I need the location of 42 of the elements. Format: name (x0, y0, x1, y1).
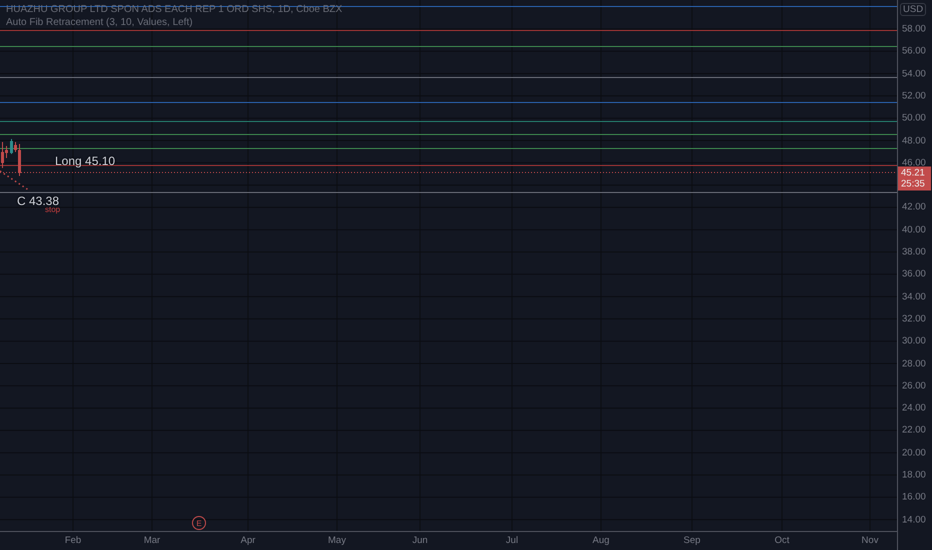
price-tick: 28.00 (902, 358, 926, 369)
price-tick: 54.00 (902, 68, 926, 80)
indicator-label: Auto Fib Retracement (3, 10, Values, Left) (6, 17, 194, 28)
price-tick: 32.00 (902, 313, 926, 324)
chart-label: Long 45.10 (55, 154, 116, 168)
price-tick: 46.00 (902, 157, 926, 168)
countdown-badge: 25:35 (898, 178, 931, 190)
price-tick: 30.00 (902, 336, 926, 347)
price-tick: 48.00 (902, 135, 926, 146)
month-label: Apr (240, 535, 256, 546)
price-tick: 24.00 (902, 402, 926, 414)
stop-note: stop (45, 205, 60, 214)
month-label: Jul (506, 535, 518, 546)
price-tick: 38.00 (902, 246, 926, 258)
earnings-marker: E (192, 516, 206, 530)
price-tick: 40.00 (902, 224, 926, 236)
price-tick: 20.00 (902, 447, 926, 458)
chart-label: C 43.38 (17, 194, 60, 208)
month-label: Nov (862, 535, 878, 546)
price-tick: 52.00 (902, 90, 926, 102)
month-label: Oct (774, 535, 790, 546)
month-label: Mar (144, 535, 160, 546)
price-tick: 22.00 (902, 424, 926, 436)
price-tick: 26.00 (902, 380, 926, 392)
price-tick: 34.00 (902, 291, 926, 302)
month-label: Jun (412, 535, 428, 546)
stop-line (0, 170, 30, 192)
chart-title: HUAZHU GROUP LTD SPON ADS EACH REP 1 ORD SHS, 1D, Cboe BZX (6, 4, 342, 15)
price-tick: 42.00 (902, 202, 926, 213)
month-label: Sep (684, 535, 700, 546)
currency-badge: USD (900, 3, 926, 16)
month-label: May (328, 535, 346, 546)
candles-drawing (1, 138, 21, 176)
price-tick: 58.00 (902, 24, 926, 34)
month-label: Aug (592, 535, 610, 546)
month-label: Feb (64, 535, 82, 546)
price-tick: 14.00 (902, 514, 926, 526)
price-tick: 50.00 (902, 112, 926, 124)
price-tick: 36.00 (902, 268, 926, 280)
price-tick: 16.00 (902, 492, 926, 503)
price-tick: 18.00 (902, 470, 926, 480)
price-tick: 56.00 (902, 46, 926, 57)
